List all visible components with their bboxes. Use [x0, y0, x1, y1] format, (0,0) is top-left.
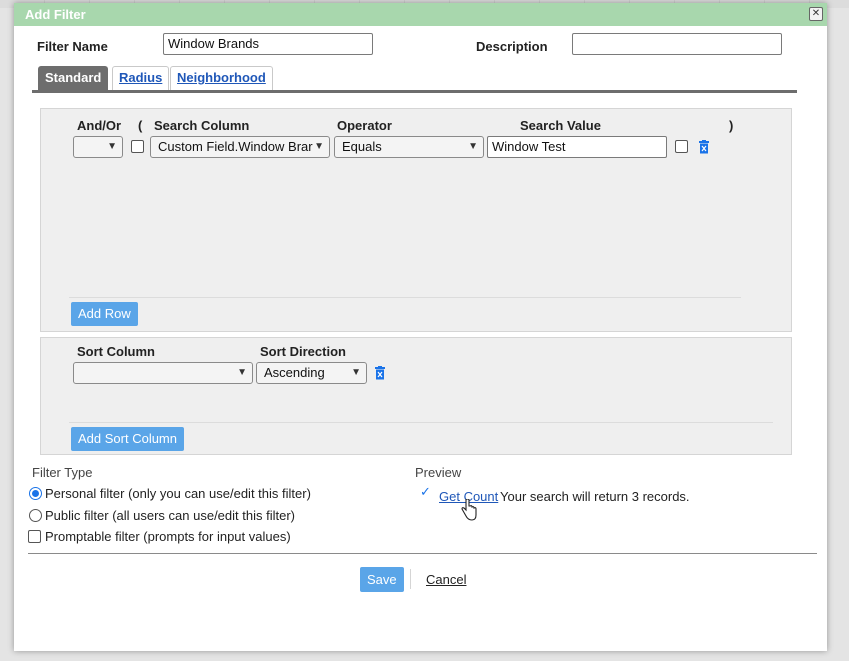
operator-select[interactable]: Equals ▼	[334, 136, 484, 158]
sort-column-select[interactable]: ▼	[73, 362, 253, 384]
operator-header: Operator	[337, 118, 392, 133]
promptable-filter-checkbox[interactable]	[28, 530, 41, 543]
description-label: Description	[476, 39, 548, 54]
preview-title: Preview	[415, 465, 462, 480]
filter-type-title: Filter Type	[32, 465, 93, 480]
sort-direction-header: Sort Direction	[260, 344, 346, 359]
filter-name-input[interactable]: Window Brands	[163, 33, 373, 55]
public-filter-radio[interactable]	[29, 509, 42, 522]
tab-standard[interactable]: Standard	[38, 66, 109, 90]
trash-icon[interactable]	[374, 366, 386, 380]
search-value-input[interactable]: Window Test	[487, 136, 667, 158]
personal-filter-radio[interactable]	[29, 487, 42, 500]
sort-direction-value: Ascending	[264, 365, 325, 380]
close-paren-header: )	[729, 118, 734, 133]
preview-result-text: Your search will return 3 records.	[500, 489, 690, 504]
trash-icon[interactable]	[698, 140, 710, 154]
sort-direction-select[interactable]: Ascending ▼	[256, 362, 367, 384]
public-filter-label[interactable]: Public filter (all users can use/edit th…	[45, 508, 295, 523]
checkmark-icon: ✓	[420, 484, 431, 499]
tab-radius[interactable]: Radius	[112, 66, 170, 90]
criteria-panel: And/Or ( Search Column Operator Search V…	[40, 108, 792, 332]
sort-panel: Sort Column Sort Direction ▼ Ascending ▼…	[40, 337, 792, 455]
filter-name-label: Filter Name	[37, 39, 108, 54]
open-paren-header: (	[138, 118, 143, 133]
add-row-button[interactable]: Add Row	[71, 302, 138, 326]
operator-value: Equals	[342, 139, 382, 154]
add-sort-column-button[interactable]: Add Sort Column	[71, 427, 184, 451]
chevron-down-icon: ▼	[314, 141, 324, 152]
chevron-down-icon: ▼	[107, 141, 117, 152]
sort-column-header: Sort Column	[77, 344, 155, 359]
search-column-header: Search Column	[154, 118, 250, 133]
promptable-filter-label[interactable]: Promptable filter (prompts for input val…	[45, 529, 291, 544]
tab-neighborhood[interactable]: Neighborhood	[170, 66, 273, 90]
search-column-value: Custom Field.Window Brar	[158, 139, 313, 154]
dialog-title: Add Filter	[25, 7, 86, 22]
add-filter-dialog: Add Filter ✕ Filter Name Window Brands D…	[14, 3, 827, 651]
chevron-down-icon: ▼	[468, 141, 478, 152]
hand-cursor-icon	[461, 499, 477, 521]
tab-underline	[32, 90, 797, 93]
footer-separator	[410, 569, 411, 589]
close-icon[interactable]: ✕	[809, 7, 823, 21]
sort-divider	[69, 422, 773, 423]
and-or-header: And/Or	[77, 118, 122, 133]
chevron-down-icon: ▼	[351, 367, 361, 378]
search-column-select[interactable]: Custom Field.Window Brar ▼	[150, 136, 330, 158]
description-input[interactable]	[572, 33, 782, 55]
footer-divider	[28, 553, 817, 554]
personal-filter-label[interactable]: Personal filter (only you can use/edit t…	[45, 486, 311, 501]
criteria-divider	[69, 297, 741, 298]
cancel-link[interactable]: Cancel	[426, 572, 466, 587]
save-button[interactable]: Save	[360, 567, 404, 592]
and-or-select[interactable]: ▼	[73, 136, 123, 158]
chevron-down-icon: ▼	[237, 367, 247, 378]
dialog-title-bar[interactable]: Add Filter ✕	[14, 3, 827, 26]
search-value-header: Search Value	[520, 118, 601, 133]
close-paren-checkbox[interactable]	[675, 140, 688, 153]
open-paren-checkbox[interactable]	[131, 140, 144, 153]
